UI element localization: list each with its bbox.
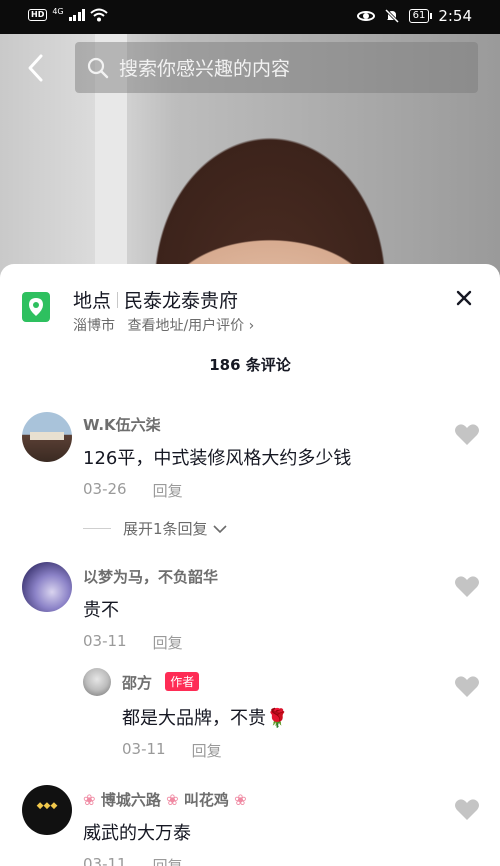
comment-username[interactable]: W.K伍六柒 [83,414,161,435]
flower-icon: ❀ [234,791,247,809]
comment-username-part: 博城六路 [100,791,161,809]
comment-item[interactable]: ◆◆◆ ❀ 博城六路 ❀ 叫花鸡 ❀ 威武的大万泰 03-11 回复 [0,779,500,866]
reply-username-text: 邵方 [122,674,153,692]
avatar[interactable] [22,412,72,462]
comment-meta: 03-26 回复 [83,480,183,501]
reply-text: 都是大品牌，不贵🌹 [122,708,289,729]
comment-date: 03-11 [83,855,127,866]
search-input[interactable]: 搜索你感兴趣的内容 [75,42,478,93]
location-link[interactable]: 查看地址/用户评价 › [127,318,254,334]
divider [83,528,111,529]
hd-indicator: HD [28,9,48,21]
reply-button[interactable]: 回复 [153,632,183,653]
comment-date: 03-11 [83,632,127,650]
comment-meta: 03-11 回复 [83,632,183,653]
chevron-left-icon [28,54,43,82]
comment-text: 威武的大万泰 [83,823,191,844]
avatar[interactable] [83,668,111,696]
clock: 2:54 [438,7,472,25]
comment-username[interactable]: ❀ 博城六路 ❀ 叫花鸡 ❀ [83,789,247,810]
comment-username-part: 叫花鸡 [183,791,229,809]
signal-icon [68,9,86,21]
comment-panel: 地点 民泰龙泰贵府 淄博市 查看地址/用户评价 › 186 条评论 W.K伍六柒… [0,264,500,866]
battery-icon: 61 [408,9,433,23]
flower-icon: ❀ [83,791,96,809]
location-label: 地点 [73,290,112,312]
chevron-down-icon [212,524,227,533]
location-name: 民泰龙泰贵府 [124,290,239,312]
expand-replies[interactable]: 展开1条回复 [83,518,228,539]
expand-replies-label: 展开1条回复 [123,520,208,538]
comment-date: 03-26 [83,480,127,498]
comment-text: 126平，中式装修风格大约多少钱 [83,448,352,469]
like-heart-icon[interactable] [454,574,480,598]
search-icon [87,57,109,78]
comment-meta: 03-11 回复 [83,855,183,866]
reply-item[interactable]: 邵方 作者 都是大品牌，不贵🌹 03-11 回复 [0,664,500,774]
comment-username[interactable]: 以梦为马，不负韶华 [83,566,218,587]
comment-item[interactable]: W.K伍六柒 126平，中式装修风格大约多少钱 03-26 回复 展开1条回复 [0,404,500,544]
reply-button[interactable]: 回复 [153,480,183,501]
location-title[interactable]: 地点 民泰龙泰贵府 [73,286,238,313]
eye-comfort-icon [356,11,375,21]
network-type: 4G [52,6,64,16]
location-city: 淄博市 [73,318,115,334]
location-pin-icon [22,292,50,322]
comment-text: 贵不 [83,600,119,621]
wifi-icon [90,8,108,22]
reply-button[interactable]: 回复 [153,855,183,866]
search-placeholder: 搜索你感兴趣的内容 [119,58,291,80]
like-heart-icon[interactable] [454,674,480,698]
divider [117,291,119,308]
close-icon [456,290,472,306]
like-heart-icon[interactable] [454,422,480,446]
reply-meta: 03-11 回复 [122,740,222,761]
comment-count: 186 条评论 [209,356,291,374]
reply-button[interactable]: 回复 [192,740,222,761]
reply-username[interactable]: 邵方 作者 [122,672,200,693]
location-subtitle[interactable]: 淄博市 查看地址/用户评价 › [73,315,262,335]
status-bar: HD 4G 61 2:54 [0,0,500,34]
back-button[interactable] [22,50,52,86]
like-heart-icon[interactable] [454,797,480,821]
author-badge: 作者 [165,672,200,691]
flower-icon: ❀ [166,791,179,809]
top-bar: 搜索你感兴趣的内容 [0,42,500,94]
reply-date: 03-11 [122,740,166,758]
mute-bell-icon [384,8,399,24]
avatar[interactable] [22,562,72,612]
avatar[interactable]: ◆◆◆ [22,785,72,835]
comment-item[interactable]: 以梦为马，不负韶华 贵不 03-11 回复 [0,556,500,656]
close-button[interactable] [454,288,474,308]
